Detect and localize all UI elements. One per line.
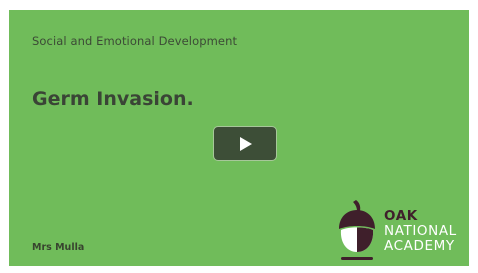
logo-wordmark: OAK NATIONAL ACADEMY	[384, 209, 457, 254]
lesson-slide: Social and Emotional Development Germ In…	[9, 10, 469, 266]
lesson-title: Germ Invasion.	[32, 88, 194, 110]
logo-line-national: NATIONAL	[384, 223, 457, 239]
logo-line-oak: OAK	[384, 208, 418, 224]
oak-national-academy-logo: OAK NATIONAL ACADEMY	[335, 199, 465, 261]
subject-label: Social and Emotional Development	[32, 34, 238, 48]
logo-line-academy: ACADEMY	[384, 238, 455, 254]
play-button[interactable]	[213, 126, 277, 161]
play-icon	[240, 137, 252, 151]
video-frame: Social and Emotional Development Germ In…	[0, 0, 478, 273]
acorn-icon	[339, 200, 375, 260]
teacher-name: Mrs Mulla	[32, 242, 85, 253]
